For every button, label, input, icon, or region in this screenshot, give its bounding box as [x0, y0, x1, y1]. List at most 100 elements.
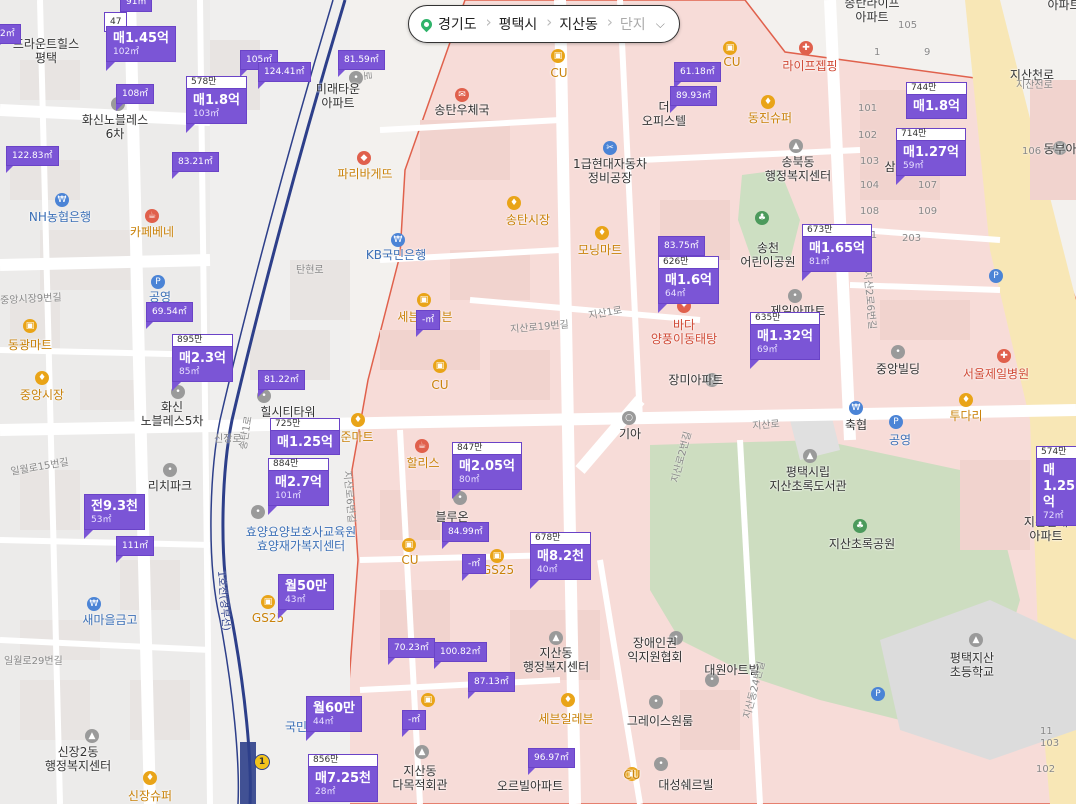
listing-marker[interactable]: 678만 매8.2천 40㎡ — [530, 532, 591, 589]
breadcrumb-city[interactable]: 평택시 — [499, 13, 552, 34]
listing-unit-price: 574만 — [1036, 446, 1076, 458]
listing-box: 매2.3억 85㎡ — [172, 346, 233, 382]
place-label: 동광마트 — [7, 338, 53, 352]
listing-marker-small[interactable]: 122.83㎡ — [6, 146, 59, 173]
listing-marker[interactable]: 847만 매2.05억 80㎡ — [452, 442, 522, 499]
listing-marker-small[interactable]: -㎡ — [416, 310, 441, 337]
market-icon: ♦ — [561, 693, 575, 707]
park-icon: ♣ — [853, 519, 867, 533]
place-label: CU — [550, 66, 568, 80]
listing-marker[interactable]: 714만 매1.27억 59㎡ — [896, 128, 966, 185]
street-number: 11 — [1040, 726, 1053, 737]
place-label: NH농협은행 — [28, 210, 92, 224]
listing-marker[interactable]: 895만 매2.3억 85㎡ — [172, 334, 233, 391]
listing-price: 매7.25천 — [315, 771, 371, 786]
listing-area: 101㎡ — [275, 491, 302, 501]
listing-area: 87.13㎡ — [468, 672, 515, 692]
marker-tail — [172, 172, 179, 179]
listing-marker-small[interactable]: 61.18㎡ — [674, 62, 721, 89]
place-label: 지산초록공원 — [828, 537, 896, 551]
store-icon: ▣ — [551, 49, 565, 63]
listing-marker-small[interactable]: 81.59㎡ — [338, 50, 385, 77]
listing-marker[interactable]: 전9.3천 53㎡ — [84, 494, 145, 539]
marker-tail — [6, 166, 13, 173]
listing-marker-small[interactable]: 108㎡ — [116, 84, 155, 111]
street-number: 1 — [874, 47, 881, 58]
listing-marker[interactable]: 856만 매7.25천 28㎡ — [308, 754, 378, 802]
store-icon: ▣ — [433, 359, 447, 373]
store-icon: ▣ — [261, 595, 275, 609]
listing-marker-small[interactable]: 2㎡ — [0, 24, 21, 51]
place-label: 힐시티타워 — [260, 405, 316, 419]
listing-marker-small[interactable]: 69.54㎡ — [146, 302, 193, 329]
subway-line-badge: 1 — [254, 754, 270, 770]
market-icon: ♦ — [143, 771, 157, 785]
place-label: 장애인권 익지원협회 — [627, 636, 683, 664]
listing-marker[interactable]: 월60만 44㎡ — [306, 696, 363, 741]
listing-marker-small[interactable]: 89.93㎡ — [670, 86, 717, 113]
place-label: 송탄우체국 — [434, 103, 490, 117]
listing-marker-small[interactable]: 84.99㎡ — [442, 522, 489, 549]
apartment-icon: • — [654, 757, 668, 771]
listing-unit-price: 635만 — [750, 312, 820, 324]
bank-icon: ₩ — [55, 193, 69, 207]
street-number: 102 — [1036, 764, 1056, 775]
location-breadcrumb[interactable]: 경기도 평택시 지산동 단지 ⌵ — [408, 5, 680, 43]
place-label: CU — [401, 553, 419, 567]
marker-tail — [750, 360, 759, 369]
listing-unit-price: 725만 — [270, 418, 340, 430]
listing-marker-small[interactable]: 111㎡ — [116, 536, 155, 563]
place-label: 아파트 — [1047, 0, 1076, 12]
listing-marker[interactable]: 635만 매1.32억 69㎡ — [750, 312, 820, 369]
listing-price: 매1.6억 — [665, 273, 712, 288]
apartment-icon: • — [788, 289, 802, 303]
listing-marker[interactable]: 725만 매1.25억 — [270, 418, 340, 455]
marker-tail — [462, 574, 469, 581]
place-label: 양풍이동태탕 — [650, 332, 718, 346]
breadcrumb-complex[interactable]: 단지 — [620, 14, 646, 34]
listing-box: 매1.32억 69㎡ — [750, 324, 820, 360]
listing-price: 월50만 — [285, 579, 328, 594]
listing-marker[interactable]: 574만 매1.25억 72㎡ — [1036, 446, 1076, 526]
listing-marker-small[interactable]: 124.41㎡ — [258, 62, 311, 89]
listing-price: 매1.32억 — [757, 329, 813, 344]
government-icon: ▲ — [549, 631, 563, 645]
listing-marker[interactable]: 578만 매1.8억 103㎡ — [186, 76, 247, 133]
listing-marker[interactable]: 884만 매2.7억 101㎡ — [268, 458, 329, 515]
listing-marker-small[interactable]: 81.22㎡ — [258, 370, 305, 397]
place-label: 1급현대자동차 정비공장 — [573, 157, 647, 185]
listing-marker-small[interactable]: 100.82㎡ — [434, 642, 487, 669]
place-label: 할리스 — [406, 456, 440, 470]
street-number: 9 — [924, 47, 931, 58]
listing-marker[interactable]: 626만 매1.6억 64㎡ — [658, 256, 719, 313]
listing-marker-small[interactable]: 83.21㎡ — [172, 152, 219, 179]
listing-marker-small[interactable]: 87.13㎡ — [468, 672, 515, 699]
breadcrumb-dong[interactable]: 지산동 — [559, 13, 612, 34]
listing-marker-small[interactable]: 96.97㎡ — [528, 748, 575, 775]
listing-marker[interactable]: 매1.45억 102㎡ — [106, 26, 176, 71]
street-number: 103 — [860, 156, 880, 167]
listing-box: 매1.25억 — [270, 430, 340, 455]
listing-area: 84.99㎡ — [442, 522, 489, 542]
listing-marker-small[interactable]: -㎡ — [402, 710, 427, 737]
bank-icon: ₩ — [87, 597, 101, 611]
listing-marker-small[interactable]: 70.23㎡ — [388, 638, 435, 665]
place-label: 세븐일레븐 — [538, 712, 594, 726]
store-icon: ▣ — [23, 319, 37, 333]
place-label: 투다리 — [949, 409, 983, 423]
listing-area: 80㎡ — [459, 475, 480, 485]
listing-marker[interactable]: 673만 매1.65억 81㎡ — [802, 224, 872, 281]
breadcrumb-province[interactable]: 경기도 — [438, 13, 491, 34]
street-number: 103 — [1040, 738, 1060, 749]
listing-marker[interactable]: 744만 매1.8억 — [906, 82, 967, 119]
marker-tail — [530, 580, 539, 589]
map-canvas[interactable]: • ₩ ☕ P ▣ ♦ • • • ₩ ▲ ♦ ▣ • • ◆ ✉ ♦ ₩ ▣ … — [0, 0, 1076, 804]
listing-marker[interactable]: 월50만 43㎡ — [278, 574, 335, 619]
listing-marker-small[interactable]: -㎡ — [462, 554, 487, 581]
road-label: 중앙시장9번길 — [0, 292, 62, 307]
chevron-down-icon[interactable]: ⌵ — [656, 17, 665, 32]
place-label: 송천 어린이공원 — [740, 241, 796, 269]
bank-icon: ₩ — [391, 233, 405, 247]
marker-tail — [416, 330, 423, 337]
store-icon: ✚ — [799, 41, 813, 55]
